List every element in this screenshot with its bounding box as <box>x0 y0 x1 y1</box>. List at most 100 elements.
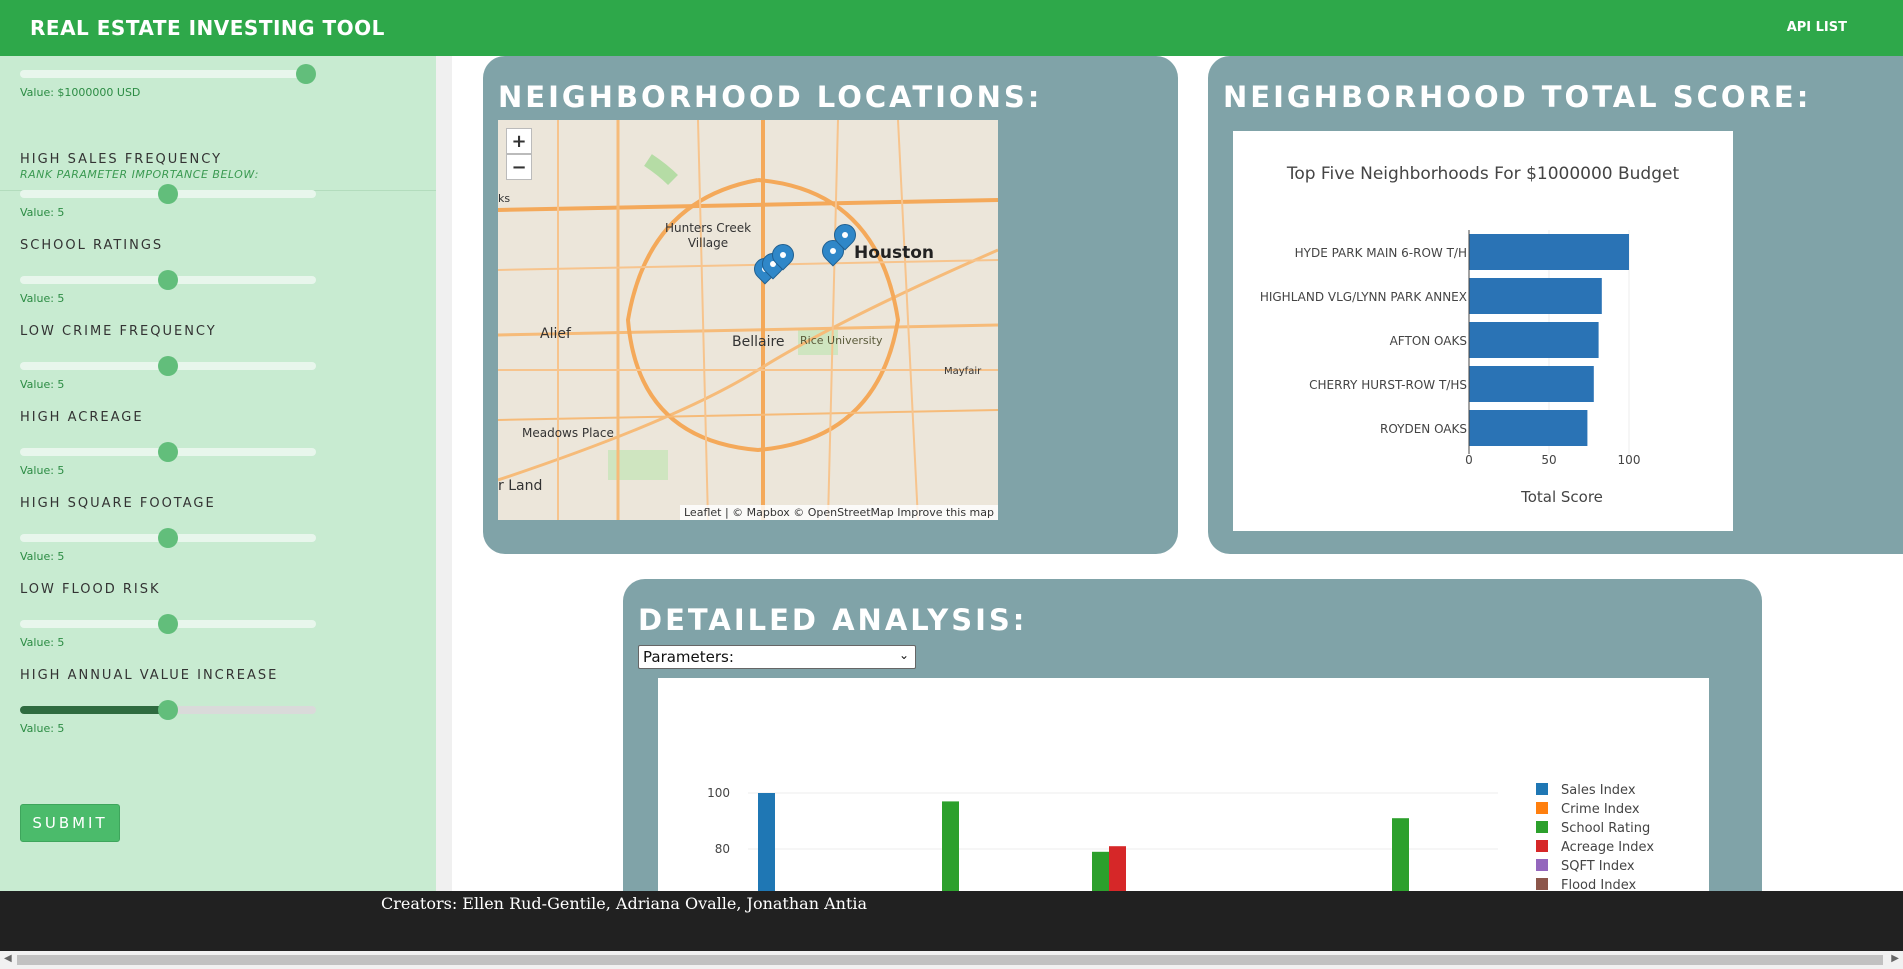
x-tick-label: 50 <box>1541 453 1556 467</box>
map-label-houston: Houston <box>854 243 935 263</box>
parameters-select[interactable]: Parameters: ⌄ <box>638 645 916 669</box>
app-title[interactable]: REAL ESTATE INVESTING TOOL <box>30 16 385 40</box>
flood-risk-slider-thumb[interactable] <box>158 614 178 634</box>
param-label-crime-frequency: LOW CRIME FREQUENCY <box>20 324 217 339</box>
annual-value-increase-slider-fill <box>20 706 172 714</box>
map-label-mayfair: Mayfair <box>944 366 982 377</box>
budget-slider-fill <box>20 70 310 78</box>
annual-value-increase-slider-thumb[interactable] <box>158 700 178 720</box>
category-label: ROYDEN OAKS <box>1380 422 1467 436</box>
top-navbar: REAL ESTATE INVESTING TOOL API LIST <box>0 0 1903 56</box>
x-tick-label: 0 <box>1465 453 1473 467</box>
legend-swatch <box>1536 878 1548 890</box>
zoom-in-button[interactable]: + <box>506 128 532 154</box>
bar <box>1392 818 1409 892</box>
bar <box>1109 846 1126 892</box>
map-panel-title: NEIGHBORHOOD LOCATIONS: <box>498 80 1043 114</box>
submit-button[interactable]: SUBMIT <box>20 804 120 842</box>
crime-frequency-slider-thumb[interactable] <box>158 356 178 376</box>
legend-swatch <box>1536 859 1548 871</box>
score-panel-title: NEIGHBORHOOD TOTAL SCORE: <box>1223 80 1812 114</box>
bar <box>1469 366 1594 402</box>
scrollbar-thumb[interactable] <box>17 955 1883 965</box>
bar <box>942 801 959 892</box>
budget-slider[interactable] <box>20 64 316 84</box>
square-footage-slider-thumb[interactable] <box>158 528 178 548</box>
map-label-ks: ks <box>498 192 511 205</box>
detail-analysis-chart: 100 80 Sales Index Crime Index School Rating… <box>658 678 1709 892</box>
annual-value-increase-slider[interactable] <box>20 700 316 720</box>
sidebar-gutter <box>436 56 452 891</box>
map-label-rice: Rice University <box>800 334 883 347</box>
param-label-sales-frequency: HIGH SALES FREQUENCY <box>20 152 223 167</box>
param-label-flood-risk: LOW FLOOD RISK <box>20 582 161 597</box>
horizontal-scrollbar[interactable]: ◀ ▶ <box>0 951 1903 969</box>
school-ratings-value: Value: 5 <box>20 292 65 305</box>
legend-label: Flood Index <box>1561 878 1636 892</box>
bar <box>758 793 775 892</box>
zoom-out-button[interactable]: − <box>506 154 532 180</box>
bar <box>1469 322 1599 358</box>
sales-frequency-slider-thumb[interactable] <box>158 184 178 204</box>
api-list-link[interactable]: API LIST <box>1787 20 1847 35</box>
legend-swatch <box>1536 821 1548 833</box>
map-label-hunters-creek: Hunters Creek Village <box>664 221 752 250</box>
bar <box>1469 234 1629 270</box>
bar <box>1469 410 1588 446</box>
school-ratings-slider[interactable] <box>20 270 316 290</box>
legend-label: Acreage Index <box>1561 840 1654 855</box>
acreage-slider[interactable] <box>20 442 316 462</box>
detail-analysis-chart-svg: 100 80 Sales Index Crime Index School Rating… <box>707 783 1654 892</box>
param-label-square-footage: HIGH SQUARE FOOTAGE <box>20 496 216 511</box>
creators-text: Creators: Ellen Rud-Gentile, Adriana Ova… <box>381 894 868 913</box>
scroll-right-icon[interactable]: ▶ <box>1891 953 1899 964</box>
category-label: HYDE PARK MAIN 6-ROW T/H <box>1295 246 1467 260</box>
legend-label: SQFT Index <box>1561 859 1635 874</box>
total-score-chart-svg: Top Five Neighborhoods For $1000000 Budg… <box>1260 164 1680 506</box>
chart-title: Top Five Neighborhoods For $1000000 Budg… <box>1286 164 1680 184</box>
map-attribution[interactable]: Leaflet | © Mapbox © OpenStreetMap Impro… <box>680 505 998 520</box>
y-tick-label: 100 <box>707 786 730 800</box>
annual-value-increase-value: Value: 5 <box>20 722 65 735</box>
legend-swatch <box>1536 783 1548 795</box>
chevron-down-icon: ⌄ <box>898 648 909 662</box>
detail-panel-title: DETAILED ANALYSIS: <box>638 603 1028 637</box>
crime-frequency-slider[interactable] <box>20 356 316 376</box>
bar <box>1469 278 1602 314</box>
y-tick-label: 80 <box>715 842 730 856</box>
sidebar: Value: $1000000 USD RANK PARAMETER IMPOR… <box>0 56 436 891</box>
acreage-value: Value: 5 <box>20 464 65 477</box>
parameters-select-value: Parameters: <box>643 648 734 666</box>
category-label: CHERRY HURST-ROW T/HS <box>1309 378 1467 392</box>
legend-swatch <box>1536 802 1548 814</box>
flood-risk-value: Value: 5 <box>20 636 65 649</box>
legend-label: School Rating <box>1561 821 1650 836</box>
sales-frequency-value: Value: 5 <box>20 206 65 219</box>
map-label-bellaire: Bellaire <box>732 334 785 350</box>
bar <box>1092 851 1109 892</box>
map-label-land: r Land <box>498 478 543 494</box>
school-ratings-slider-thumb[interactable] <box>158 270 178 290</box>
legend-swatch <box>1536 840 1548 852</box>
map-label-alief: Alief <box>540 326 571 342</box>
x-axis-label: Total Score <box>1520 488 1603 506</box>
budget-slider-thumb[interactable] <box>296 64 316 84</box>
param-label-acreage: HIGH ACREAGE <box>20 410 144 425</box>
legend-label: Crime Index <box>1561 802 1640 817</box>
legend-label: Sales Index <box>1561 783 1636 798</box>
x-tick-label: 100 <box>1618 453 1641 467</box>
flood-risk-slider[interactable] <box>20 614 316 634</box>
total-score-chart: Top Five Neighborhoods For $1000000 Budg… <box>1233 131 1733 531</box>
acreage-slider-thumb[interactable] <box>158 442 178 462</box>
param-label-school-ratings: SCHOOL RATINGS <box>20 238 164 253</box>
footer: Creators: Ellen Rud-Gentile, Adriana Ova… <box>0 891 1903 951</box>
category-label: HIGHLAND VLG/LYNN PARK ANNEX <box>1260 290 1467 304</box>
crime-frequency-value: Value: 5 <box>20 378 65 391</box>
map-tiles <box>498 120 998 520</box>
square-footage-value: Value: 5 <box>20 550 65 563</box>
neighborhood-map[interactable]: + − ks Hunters Creek Village Houston Ali… <box>498 120 998 520</box>
budget-value: Value: $1000000 USD <box>20 86 141 99</box>
square-footage-slider[interactable] <box>20 528 316 548</box>
sales-frequency-slider[interactable] <box>20 184 316 204</box>
scroll-left-icon[interactable]: ◀ <box>4 953 12 964</box>
